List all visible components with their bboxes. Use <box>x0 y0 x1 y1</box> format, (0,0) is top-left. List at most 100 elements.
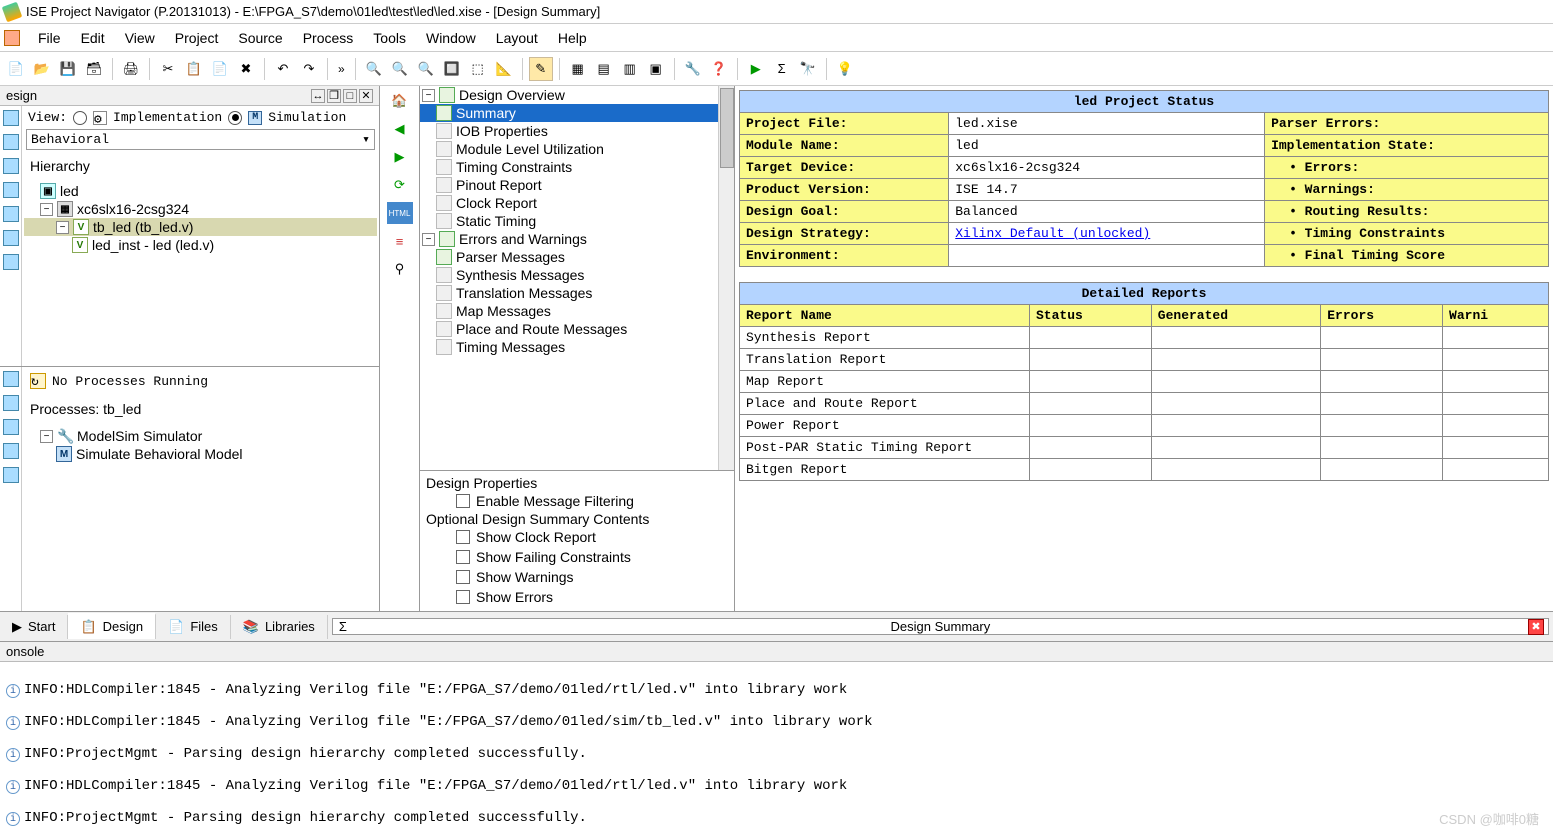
wrench-icon[interactable]: 🔧 <box>681 57 705 81</box>
nav-list-icon[interactable]: ≡ <box>387 230 413 252</box>
menu-source[interactable]: Source <box>228 26 292 50</box>
menu-view[interactable]: View <box>115 26 165 50</box>
hier-tb[interactable]: −Vtb_led (tb_led.v) <box>24 218 377 236</box>
zoom-icon[interactable]: 🔍 <box>362 57 386 81</box>
menu-tools[interactable]: Tools <box>363 26 416 50</box>
collapse-icon[interactable]: − <box>40 203 53 216</box>
nav-fwd-icon[interactable]: ▶ <box>387 146 413 168</box>
close-doc-icon[interactable]: ✖ <box>1528 619 1544 635</box>
panel-arrows-icon[interactable]: ↔ <box>311 89 325 103</box>
collapse-icon[interactable]: − <box>422 89 435 102</box>
sigma-icon[interactable]: Σ <box>770 57 794 81</box>
menu-help[interactable]: Help <box>548 26 597 50</box>
side-icon-4[interactable] <box>3 182 19 198</box>
menu-file[interactable]: File <box>28 26 71 50</box>
side-icon-7[interactable] <box>3 254 19 270</box>
tree-design-overview[interactable]: −Design Overview <box>420 86 734 104</box>
proc-simulate-behavioral[interactable]: MSimulate Behavioral Model <box>24 445 377 463</box>
tree-pinout[interactable]: Pinout Report <box>420 176 734 194</box>
open-icon[interactable]: 📂 <box>30 57 54 81</box>
tree-mlu[interactable]: Module Level Utilization <box>420 140 734 158</box>
menu-layout[interactable]: Layout <box>486 26 548 50</box>
nav-home-icon[interactable]: 🏠 <box>387 90 413 112</box>
bulb-icon[interactable]: 💡 <box>833 57 857 81</box>
tree-errors-warnings[interactable]: −Errors and Warnings <box>420 230 734 248</box>
nav-back-icon[interactable]: ◀ <box>387 118 413 140</box>
menu-process[interactable]: Process <box>293 26 364 50</box>
side-icon-6[interactable] <box>3 230 19 246</box>
telescope-icon[interactable]: 🔭 <box>796 57 820 81</box>
proc-modelsim[interactable]: −🔧ModelSim Simulator <box>24 427 377 445</box>
zoom-fit-icon[interactable]: 🔲 <box>440 57 464 81</box>
collapse-icon[interactable]: − <box>56 221 69 234</box>
side-icon-1[interactable] <box>3 110 19 126</box>
layout3-icon[interactable]: ▥ <box>618 57 642 81</box>
design-strategy-link[interactable]: Xilinx Default (unlocked) <box>955 226 1150 241</box>
chk-failing-constraints[interactable]: Show Failing Constraints <box>426 547 728 567</box>
redo-icon[interactable]: ↷ <box>297 57 321 81</box>
radio-implementation[interactable] <box>73 111 87 125</box>
tree-scrollbar[interactable] <box>718 86 734 470</box>
side-icon-5[interactable] <box>3 206 19 222</box>
tree-iob[interactable]: IOB Properties <box>420 122 734 140</box>
collapse-icon[interactable]: − <box>40 430 53 443</box>
chk-clock-report[interactable]: Show Clock Report <box>426 527 728 547</box>
highlight-icon[interactable]: ✎ <box>529 57 553 81</box>
tree-par-msg[interactable]: Place and Route Messages <box>420 320 734 338</box>
menu-window[interactable]: Window <box>416 26 486 50</box>
tree-parser-msg[interactable]: Parser Messages <box>420 248 734 266</box>
radio-simulation[interactable] <box>228 111 242 125</box>
hier-inst[interactable]: Vled_inst - led (led.v) <box>24 236 377 254</box>
tab-design[interactable]: 📋Design <box>68 613 156 639</box>
layout1-icon[interactable]: ▦ <box>566 57 590 81</box>
proc-icon-5[interactable] <box>3 467 19 483</box>
zoom-area-icon[interactable]: ⬚ <box>466 57 490 81</box>
print-icon[interactable]: 🖨 <box>119 57 143 81</box>
schematic-icon[interactable]: 📐 <box>492 57 516 81</box>
checkbox-icon[interactable] <box>456 550 470 564</box>
tab-files[interactable]: 📄Files <box>156 615 231 639</box>
layout2-icon[interactable]: ▤ <box>592 57 616 81</box>
document-tab[interactable]: Σ Design Summary ✖ <box>332 618 1549 635</box>
panel-close-icon[interactable]: ✕ <box>359 89 373 103</box>
save-all-icon[interactable]: 🗃 <box>82 57 106 81</box>
proc-icon-1[interactable] <box>3 371 19 387</box>
tree-map-msg[interactable]: Map Messages <box>420 302 734 320</box>
run-icon[interactable]: ▶ <box>744 57 768 81</box>
proc-icon-4[interactable] <box>3 443 19 459</box>
nav-find-icon[interactable]: ⚲ <box>387 258 413 280</box>
checkbox-icon[interactable] <box>456 590 470 604</box>
nav-html-icon[interactable]: HTML <box>387 202 413 224</box>
toolbar-overflow[interactable]: » <box>334 62 349 76</box>
tree-clock[interactable]: Clock Report <box>420 194 734 212</box>
tab-start[interactable]: ▶Start <box>0 615 68 639</box>
checkbox-icon[interactable] <box>456 530 470 544</box>
panel-restore-icon[interactable]: ❐ <box>327 89 341 103</box>
chk-warnings[interactable]: Show Warnings <box>426 567 728 587</box>
side-icon-2[interactable] <box>3 134 19 150</box>
hier-root[interactable]: ▣led <box>24 182 377 200</box>
zoom-out-icon[interactable]: 🔍 <box>414 57 438 81</box>
paste-icon[interactable]: 📄 <box>208 57 232 81</box>
hier-device[interactable]: −▦xc6slx16-2csg324 <box>24 200 377 218</box>
tree-timing[interactable]: Timing Constraints <box>420 158 734 176</box>
tree-synth-msg[interactable]: Synthesis Messages <box>420 266 734 284</box>
nav-refresh-icon[interactable]: ⟳ <box>387 174 413 196</box>
delete-icon[interactable]: ✖ <box>234 57 258 81</box>
proc-icon-2[interactable] <box>3 395 19 411</box>
chk-errors[interactable]: Show Errors <box>426 587 728 607</box>
undo-icon[interactable]: ↶ <box>271 57 295 81</box>
whatsthis-icon[interactable]: ❓ <box>707 57 731 81</box>
console-output[interactable]: iINFO:HDLCompiler:1845 - Analyzing Veril… <box>0 662 1553 840</box>
cut-icon[interactable]: ✂ <box>156 57 180 81</box>
zoom-in-icon[interactable]: 🔍 <box>388 57 412 81</box>
collapse-icon[interactable]: − <box>422 233 435 246</box>
chk-enable-msg-filter[interactable]: Enable Message Filtering <box>426 491 728 511</box>
menu-edit[interactable]: Edit <box>71 26 115 50</box>
copy-icon[interactable]: 📋 <box>182 57 206 81</box>
save-icon[interactable]: 💾 <box>56 57 80 81</box>
mode-dropdown[interactable]: Behavioral ▾ <box>26 129 375 150</box>
tree-summary[interactable]: Summary <box>420 104 734 122</box>
layout4-icon[interactable]: ▣ <box>644 57 668 81</box>
tab-libraries[interactable]: 📚Libraries <box>231 615 328 639</box>
